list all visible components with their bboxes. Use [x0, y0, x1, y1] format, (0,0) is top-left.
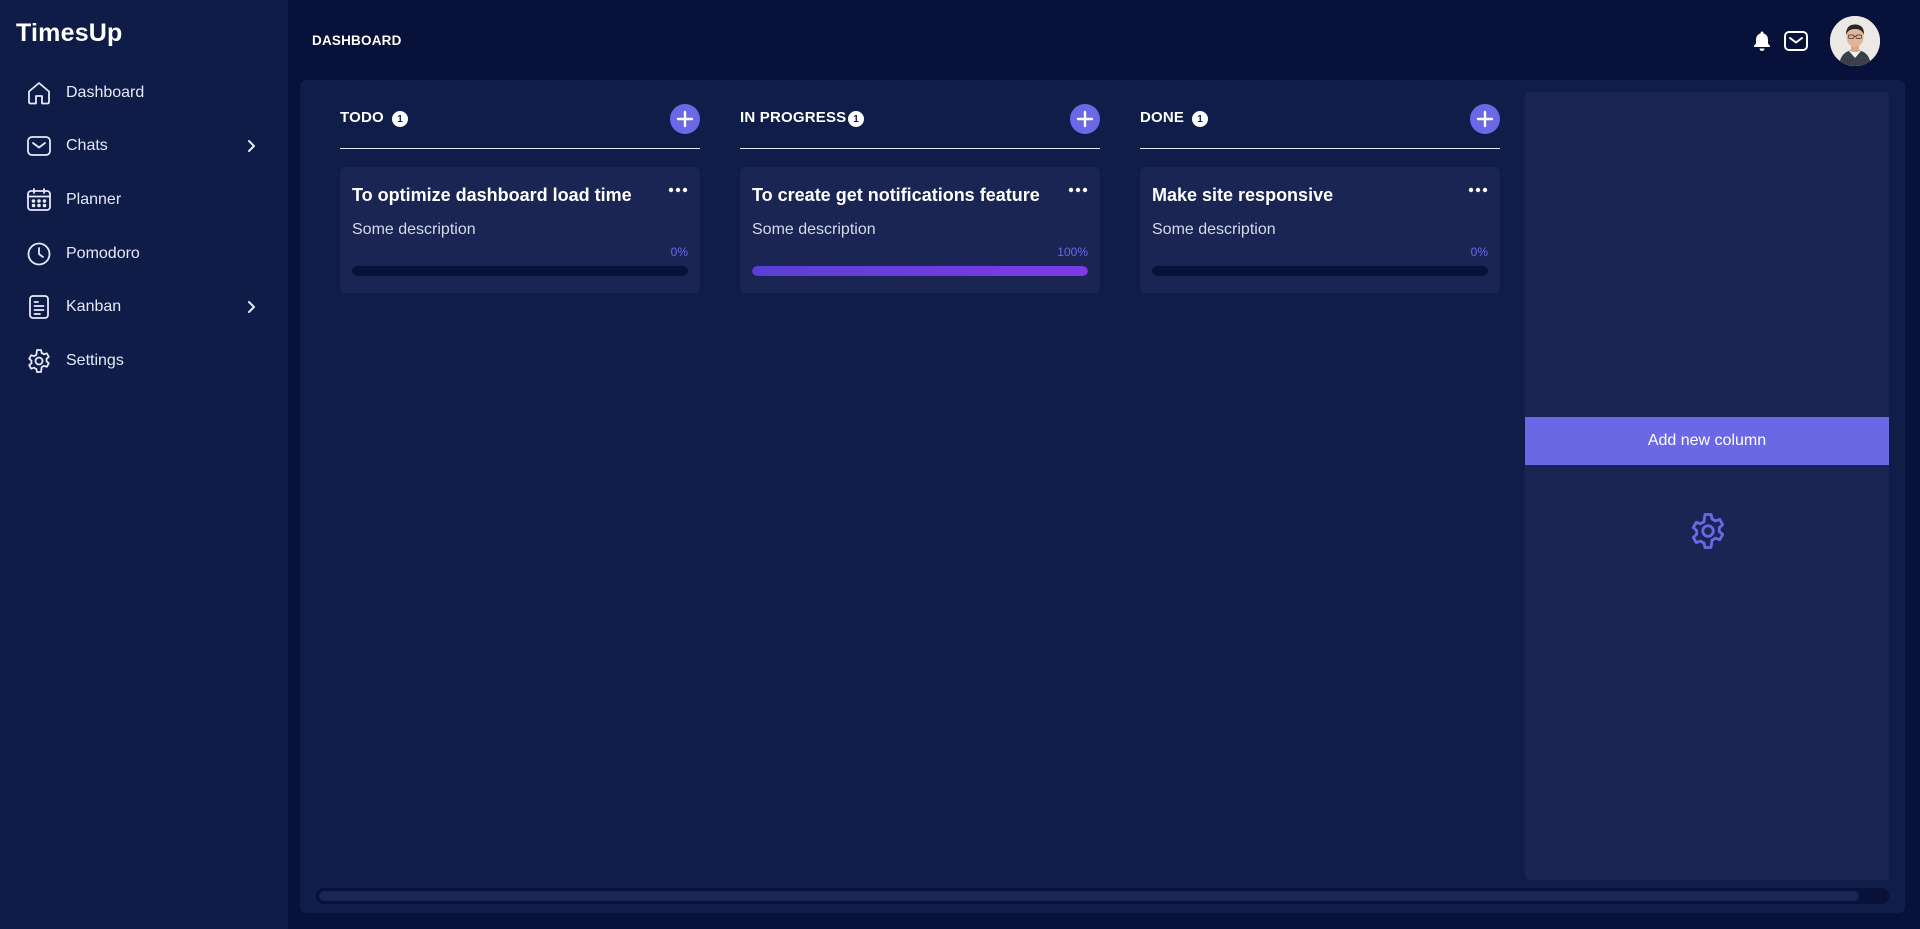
progress-label: 0% [1470, 245, 1488, 259]
task-card[interactable]: To optimize dashboard load time Some des… [340, 167, 700, 293]
progress-bar [752, 266, 1088, 276]
calendar-icon [24, 185, 54, 215]
avatar[interactable] [1830, 16, 1880, 66]
sidebar-item-pomodoro[interactable]: Pomodoro [0, 227, 288, 281]
more-options-icon[interactable] [1068, 187, 1088, 193]
mail-icon [24, 131, 54, 161]
progress-label: 100% [1057, 245, 1088, 259]
mail-icon[interactable] [1783, 29, 1809, 53]
card-title: To optimize dashboard load time [352, 185, 632, 205]
sidebar: TimesUp Dashboard Chats Planner Pomodoro… [0, 0, 288, 929]
add-task-button[interactable] [1070, 104, 1100, 134]
bell-icon[interactable] [1752, 30, 1772, 52]
gear-icon[interactable] [1687, 510, 1729, 552]
app-root: TimesUp Dashboard Chats Planner Pomodoro… [0, 0, 1920, 929]
home-icon [24, 78, 54, 108]
chevron-right-icon[interactable] [244, 139, 258, 153]
count-badge: 1 [848, 111, 864, 127]
task-card[interactable]: To create get notifications feature Some… [740, 167, 1100, 293]
sidebar-item-planner[interactable]: Planner [0, 173, 288, 227]
progress-bar-fill [752, 266, 1088, 276]
document-icon [24, 292, 54, 322]
sidebar-item-label: Settings [66, 351, 124, 369]
sidebar-item-label: Dashboard [66, 83, 145, 101]
more-options-icon[interactable] [1468, 187, 1488, 193]
column-title: IN PROGRESS [740, 109, 847, 126]
add-column-panel: Add new column [1525, 92, 1889, 880]
card-title: To create get notifications feature [752, 185, 1040, 205]
horizontal-scrollbar[interactable] [316, 888, 1889, 904]
task-card[interactable]: Make site responsive Some description 0% [1140, 167, 1500, 293]
count-badge: 1 [1192, 111, 1208, 127]
count-badge: 1 [392, 111, 408, 127]
sidebar-item-dashboard[interactable]: Dashboard [0, 66, 288, 120]
column-title: TODO [340, 109, 384, 126]
sidebar-item-label: Kanban [66, 298, 122, 316]
app-logo[interactable]: TimesUp [16, 19, 123, 48]
column-title: DONE [1140, 109, 1185, 126]
chevron-right-icon[interactable] [244, 300, 258, 314]
sidebar-nav: Dashboard Chats Planner Pomodoro Kanban … [0, 66, 288, 388]
progress-bar [352, 266, 688, 276]
sidebar-item-settings[interactable]: Settings [0, 334, 288, 388]
add-column-button[interactable]: Add new column [1525, 417, 1889, 465]
clock-icon [24, 239, 54, 269]
gear-icon [24, 346, 54, 376]
card-description: Some description [1152, 221, 1276, 238]
add-task-button[interactable] [670, 104, 700, 134]
more-options-icon[interactable] [668, 187, 688, 193]
sidebar-item-label: Chats [66, 137, 108, 155]
plus-icon [676, 110, 694, 128]
column-header [1140, 102, 1500, 149]
page-title: DASHBOARD [312, 33, 402, 48]
sidebar-item-chats[interactable]: Chats [0, 120, 288, 174]
plus-icon [1476, 110, 1494, 128]
column-header [340, 102, 700, 149]
plus-icon [1076, 110, 1094, 128]
card-description: Some description [352, 221, 476, 238]
scrollbar-thumb[interactable] [319, 891, 1859, 901]
progress-label: 0% [670, 245, 688, 259]
progress-bar [1152, 266, 1488, 276]
sidebar-item-kanban[interactable]: Kanban [0, 280, 288, 334]
card-description: Some description [752, 221, 876, 238]
sidebar-item-label: Planner [66, 190, 122, 208]
kanban-board: TODO 1 To optimize dashboard load time S… [300, 80, 1905, 913]
card-title: Make site responsive [1152, 185, 1334, 205]
sidebar-item-label: Pomodoro [66, 244, 140, 262]
add-task-button[interactable] [1470, 104, 1500, 134]
